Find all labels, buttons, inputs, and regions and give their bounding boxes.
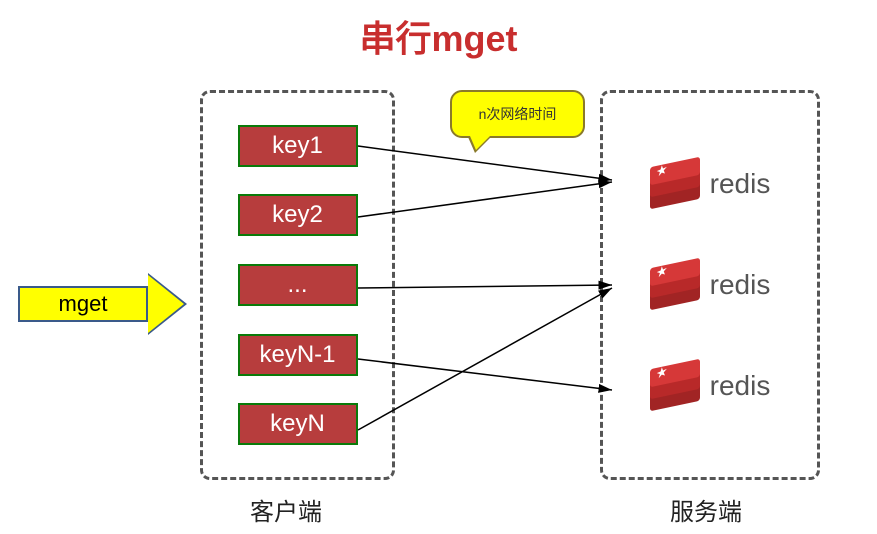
client-box: key1 key2 ... keyN-1 keyN [200,90,395,480]
key-box: keyN-1 [238,334,358,376]
server-box: ★ redis ★ redis ★ redis [600,90,820,480]
diagram-canvas: mget key1 key2 ... keyN-1 keyN n次网络时间 ★ … [0,60,877,490]
callout-box: n次网络时间 [450,90,585,138]
key-box: key1 [238,125,358,167]
server-label: 服务端 [670,492,742,527]
key-box: ... [238,264,358,306]
redis-label: redis [710,269,771,301]
redis-node: ★ redis [650,364,771,408]
mget-arrow-label: mget [18,286,148,322]
redis-node: ★ redis [650,263,771,307]
callout-text: n次网络时间 [479,104,557,124]
redis-node: ★ redis [650,162,771,206]
redis-label: redis [710,168,771,200]
client-label: 客户端 [250,492,322,527]
key-box: keyN [238,403,358,445]
redis-icon: ★ [650,263,700,307]
diagram-title: 串行mget [0,0,877,62]
redis-label: redis [710,370,771,402]
mget-arrow: mget [18,278,183,330]
key-box: key2 [238,194,358,236]
redis-icon: ★ [650,162,700,206]
redis-icon: ★ [650,364,700,408]
